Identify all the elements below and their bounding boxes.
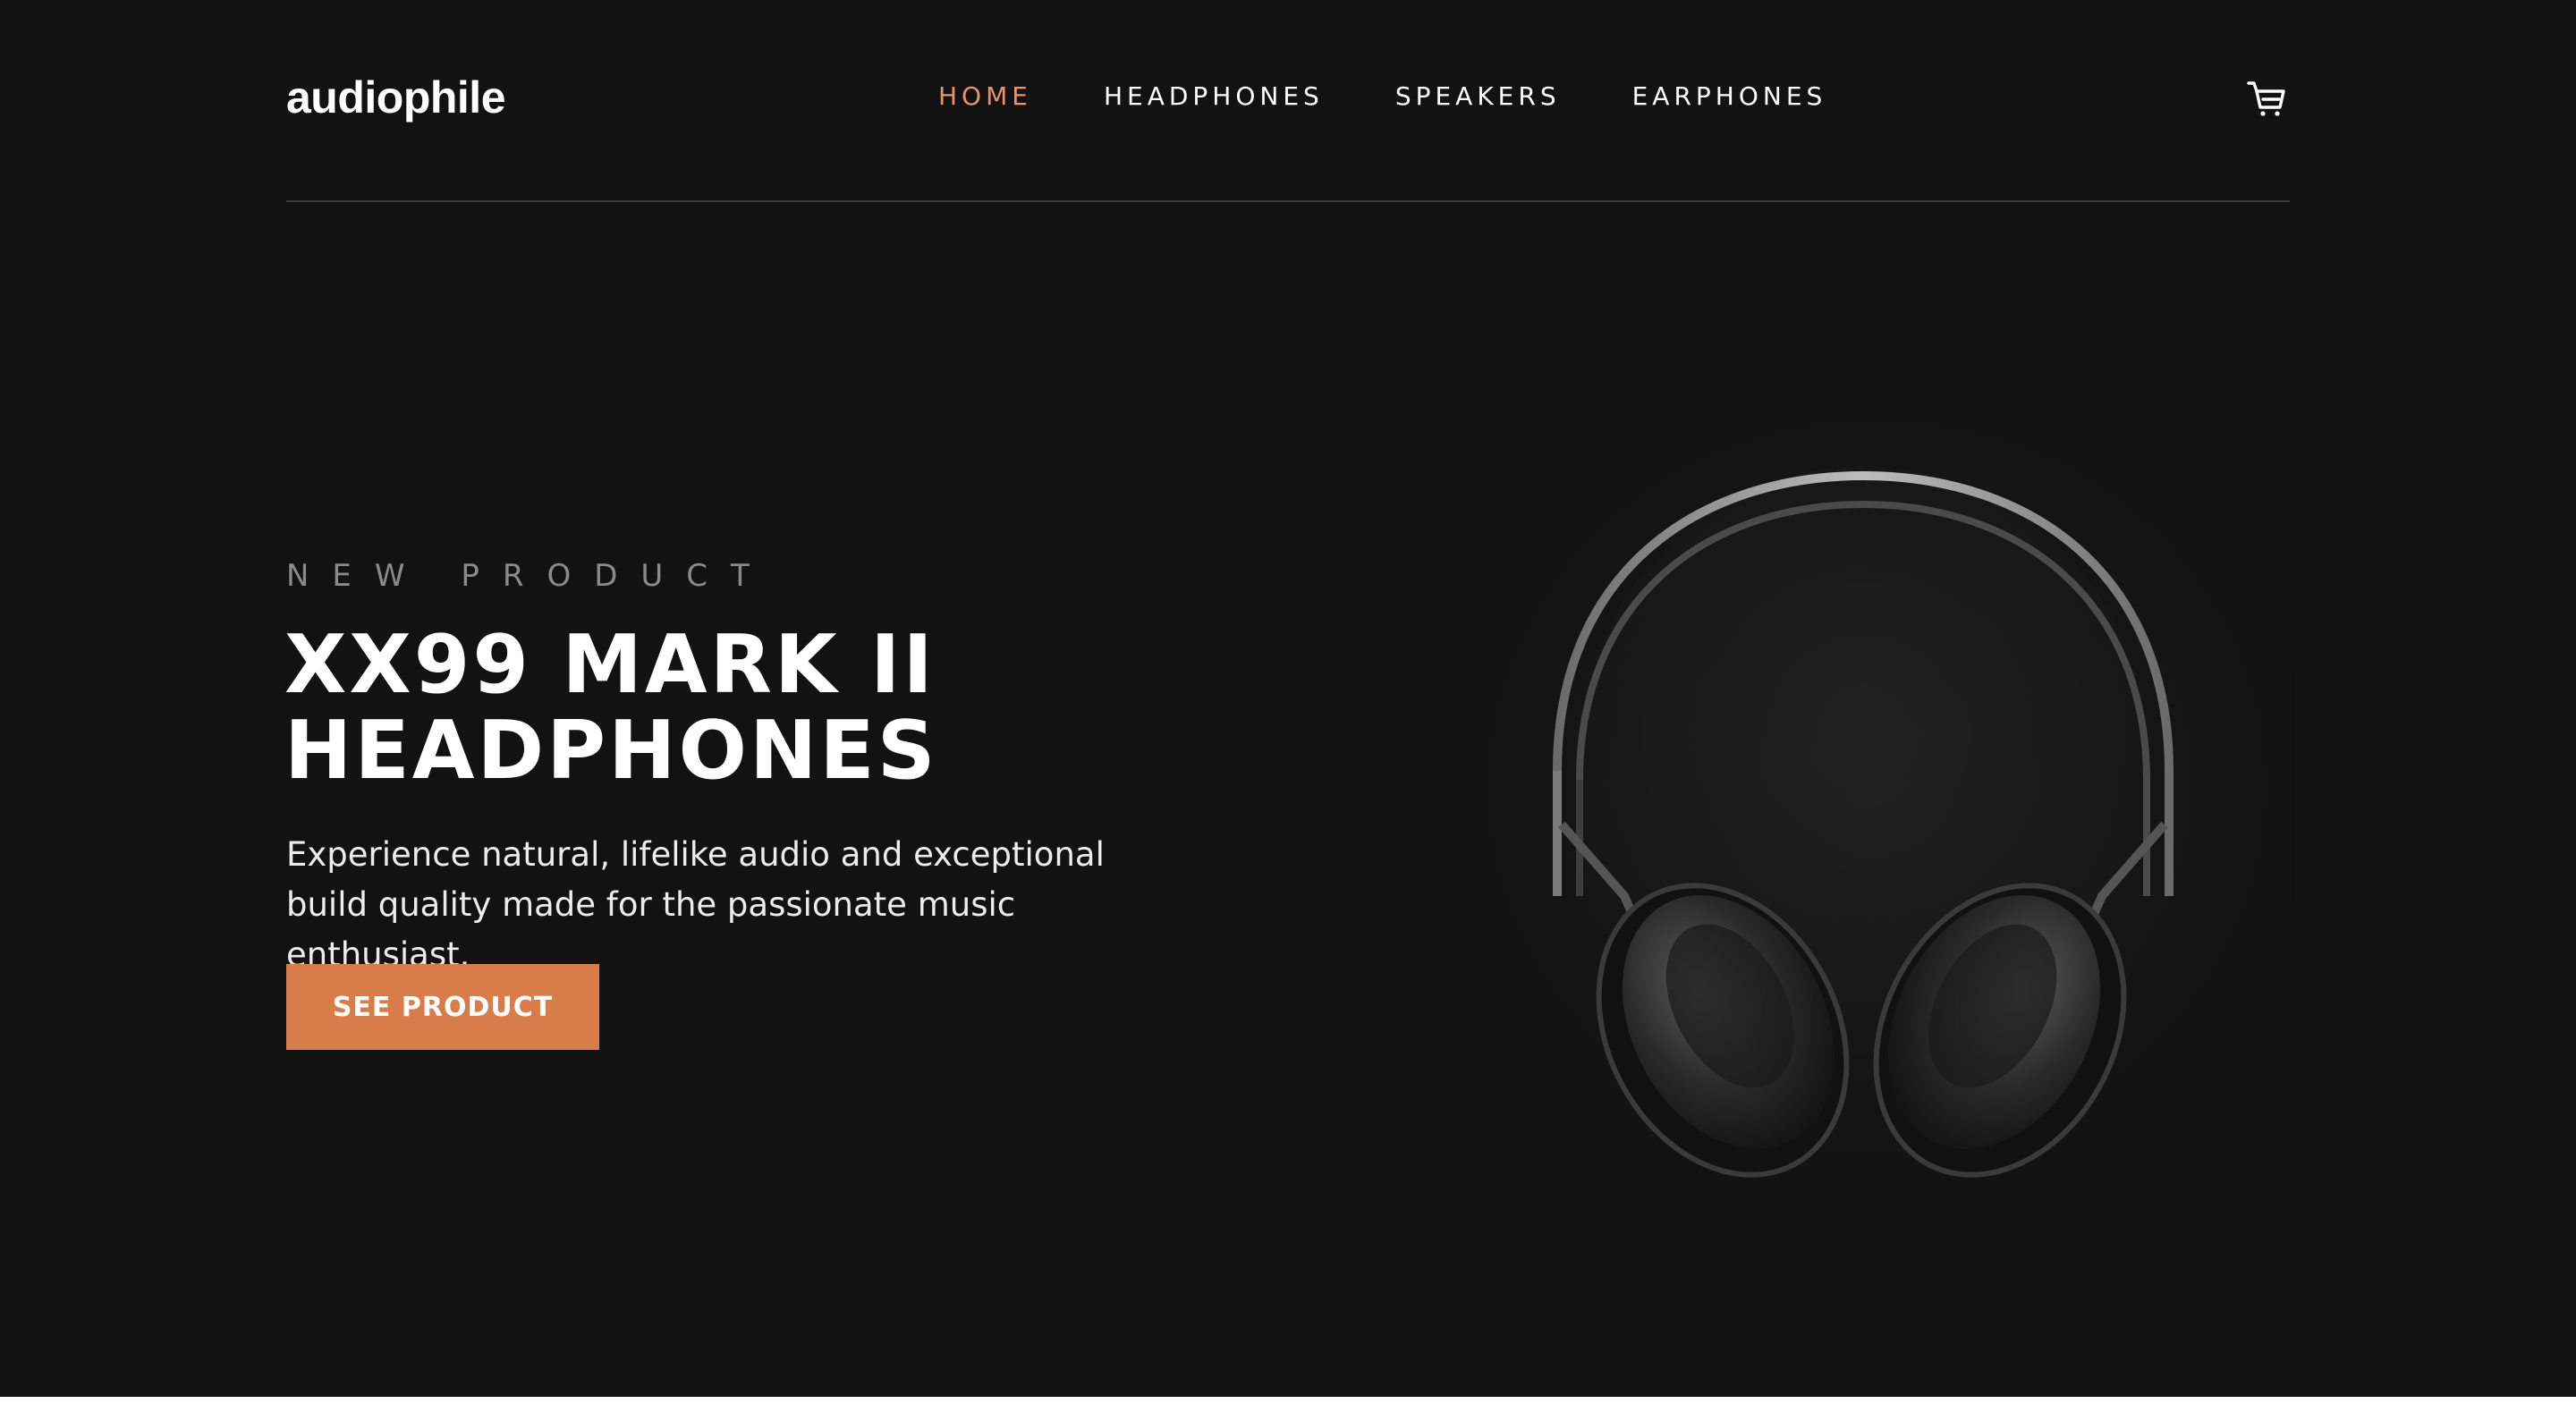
main-nav: HOME HEADPHONES SPEAKERS EARPHONES (938, 79, 1826, 114)
hero-description: Experience natural, lifelike audio and e… (286, 835, 1105, 974)
nav-link-headphones[interactable]: HEADPHONES (1104, 79, 1324, 114)
hero-title-line-1: XX99 MARK II (284, 618, 936, 712)
logo[interactable]: audiophile (286, 68, 506, 127)
hero-title-line-2: HEADPHONES (284, 704, 938, 798)
see-product-button[interactable]: SEE PRODUCT (286, 964, 599, 1050)
hero-title: XX99 MARK II HEADPHONES (284, 622, 1089, 794)
nav-link-earphones[interactable]: EARPHONES (1632, 79, 1827, 114)
nav-link-home[interactable]: HOME (938, 79, 1032, 114)
headphones-image (1428, 395, 2292, 1209)
cart-icon[interactable] (2247, 80, 2286, 118)
nav-link-speakers[interactable]: SPEAKERS (1395, 79, 1561, 114)
page: audiophile HOME HEADPHONES SPEAKERS EARP… (0, 0, 2576, 1397)
hero-overline: NEW PRODUCT (286, 558, 773, 594)
site-header: audiophile HOME HEADPHONES SPEAKERS EARP… (286, 0, 2290, 202)
